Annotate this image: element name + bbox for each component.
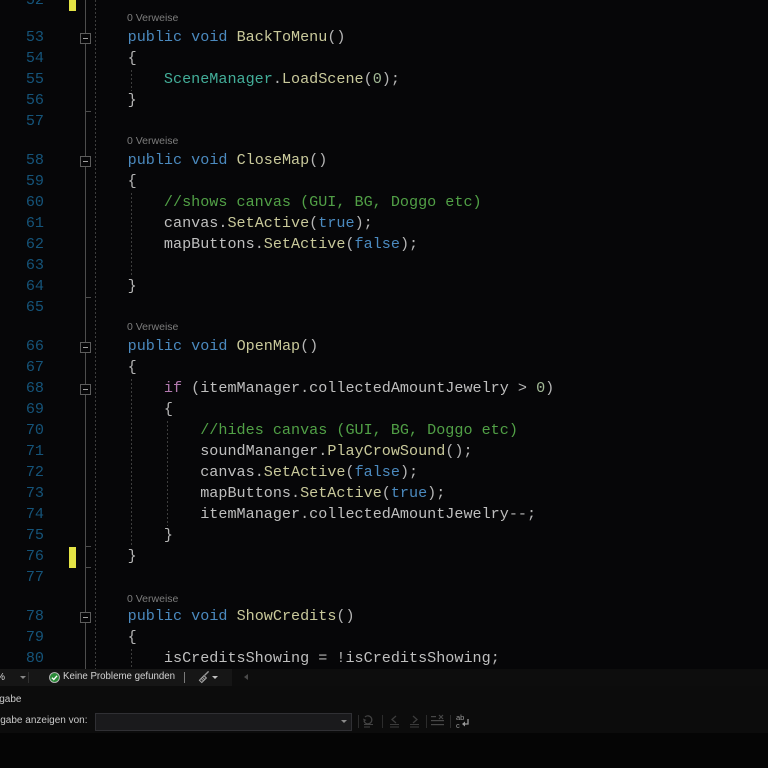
svg-text:c: c [456, 721, 460, 730]
